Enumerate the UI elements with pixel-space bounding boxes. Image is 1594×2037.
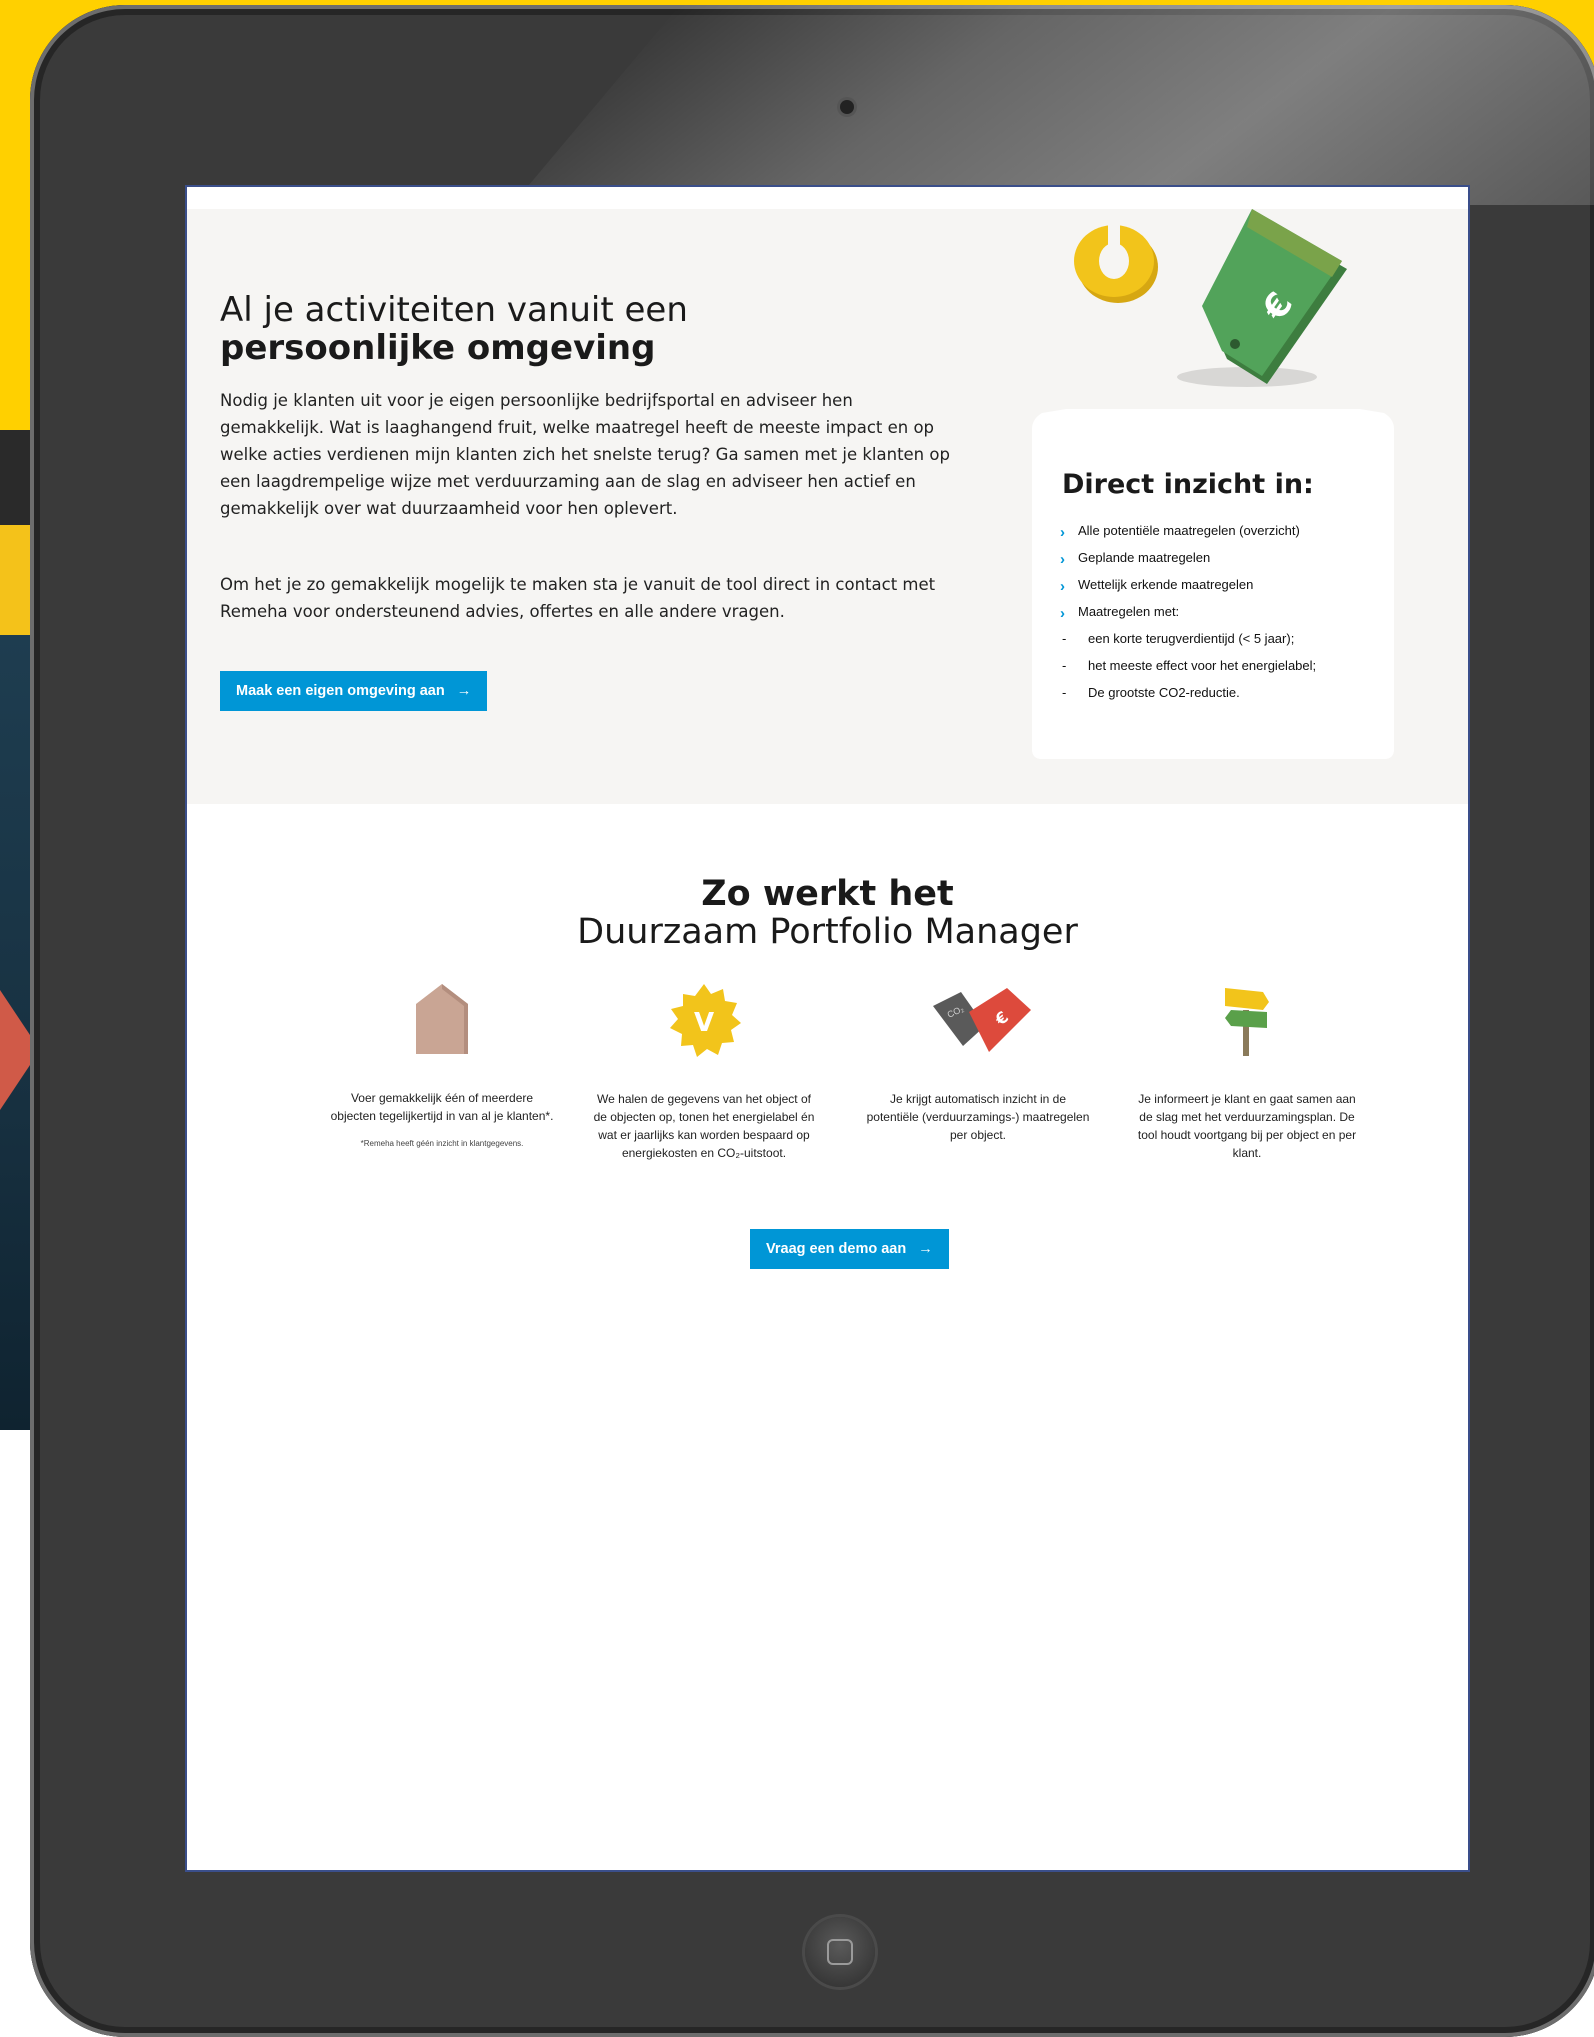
hero-paragraph-2: Om het je zo gemakkelijk mogelijk te mak… <box>220 575 936 621</box>
hero-section: Al je activiteiten vanuit een persoonlij… <box>187 209 1468 804</box>
step-2-text: We halen de gegevens van het object of d… <box>593 1092 815 1160</box>
signpost-icon <box>1225 988 1269 1056</box>
step-2: V We halen de gegevens van het object of… <box>589 982 819 1162</box>
hero-paragraph-1: Nodig je klanten uit voor je eigen perso… <box>220 391 950 518</box>
home-square-icon <box>827 1939 853 1965</box>
insight-subitem: - een korte terugverdientijd (< 5 jaar); <box>1062 631 1295 646</box>
price-tags-icon: CO₂ € <box>933 988 1031 1052</box>
hero-title: Al je activiteiten vanuit een persoonlij… <box>220 291 840 367</box>
tablet-gloss <box>512 5 1594 205</box>
insight-item: › Maatregelen met: <box>1060 604 1180 622</box>
request-demo-button-label: Vraag een demo aan <box>766 1241 907 1257</box>
hero-title-line1: Al je activiteiten vanuit een <box>220 290 688 330</box>
check-badge-icon: V <box>670 984 741 1057</box>
how-title-line2: Duurzaam Portfolio Manager <box>577 912 1078 952</box>
insight-item: › Geplande maatregelen <box>1060 550 1211 568</box>
home-button[interactable] <box>805 1917 875 1987</box>
card-title: Direct inzicht in: <box>1062 469 1314 500</box>
step-4-text: Je informeert je klant en gaat samen aan… <box>1137 1092 1357 1160</box>
arrow-right-icon: → <box>456 683 472 699</box>
insight-item: › Alle potentiële maatregelen (overzicht) <box>1060 523 1300 541</box>
tablet-screen: Al je activiteiten vanuit een persoonlij… <box>185 185 1470 1872</box>
arrow-right-icon: → <box>918 1241 933 1257</box>
request-demo-button[interactable]: Vraag een demo aan → <box>750 1229 949 1269</box>
camera-icon <box>840 100 854 114</box>
house-icon <box>416 984 468 1054</box>
how-it-works-title: Zo werkt het Duurzaam Portfolio Manager <box>187 875 1468 951</box>
check-badge-letter: V <box>694 1008 714 1038</box>
tablet-frame: Al je activiteiten vanuit een persoonlij… <box>30 5 1594 2037</box>
chevron-right-icon: › <box>1060 578 1065 595</box>
chevron-right-icon: › <box>1060 605 1065 622</box>
price-tag-icon: € <box>1177 209 1347 387</box>
insight-list: › Alle potentiële maatregelen (overzicht)… <box>1060 521 1380 710</box>
step-3: CO₂ € Je krijgt automatisch inzicht in d… <box>863 982 1093 1144</box>
steps-row: Voer gemakkelijk één of meerdere objecte… <box>327 982 1407 1182</box>
create-environment-button[interactable]: Maak een eigen omgeving aan → <box>220 671 488 711</box>
step-4: Je informeert je klant en gaat samen aan… <box>1132 982 1362 1162</box>
how-title-line1: Zo werkt het <box>701 874 954 914</box>
step-3-text: Je krijgt automatisch inzicht in de pote… <box>866 1092 1090 1142</box>
insight-card: Direct inzicht in: › Alle potentiële maat… <box>1032 409 1394 759</box>
insight-subitem: - De grootste CO2-reductie. <box>1062 685 1240 700</box>
insight-subitem: - het meeste effect voor het energielabel… <box>1062 658 1317 673</box>
step-1-text: Voer gemakkelijk één of meerdere objecte… <box>330 1091 554 1123</box>
chevron-right-icon: › <box>1060 524 1065 541</box>
hero-title-line2: persoonlijke omgeving <box>220 328 656 368</box>
create-environment-button-label: Maak een eigen omgeving aan <box>236 683 445 699</box>
step-1-note: *Remeha heeft géén inzicht in klantgegev… <box>360 1139 524 1148</box>
chevron-right-icon: › <box>1060 551 1065 568</box>
step-1: Voer gemakkelijk één of meerdere objecte… <box>327 982 557 1148</box>
insight-item: › Wettelijk erkende maatregelen <box>1060 577 1254 595</box>
